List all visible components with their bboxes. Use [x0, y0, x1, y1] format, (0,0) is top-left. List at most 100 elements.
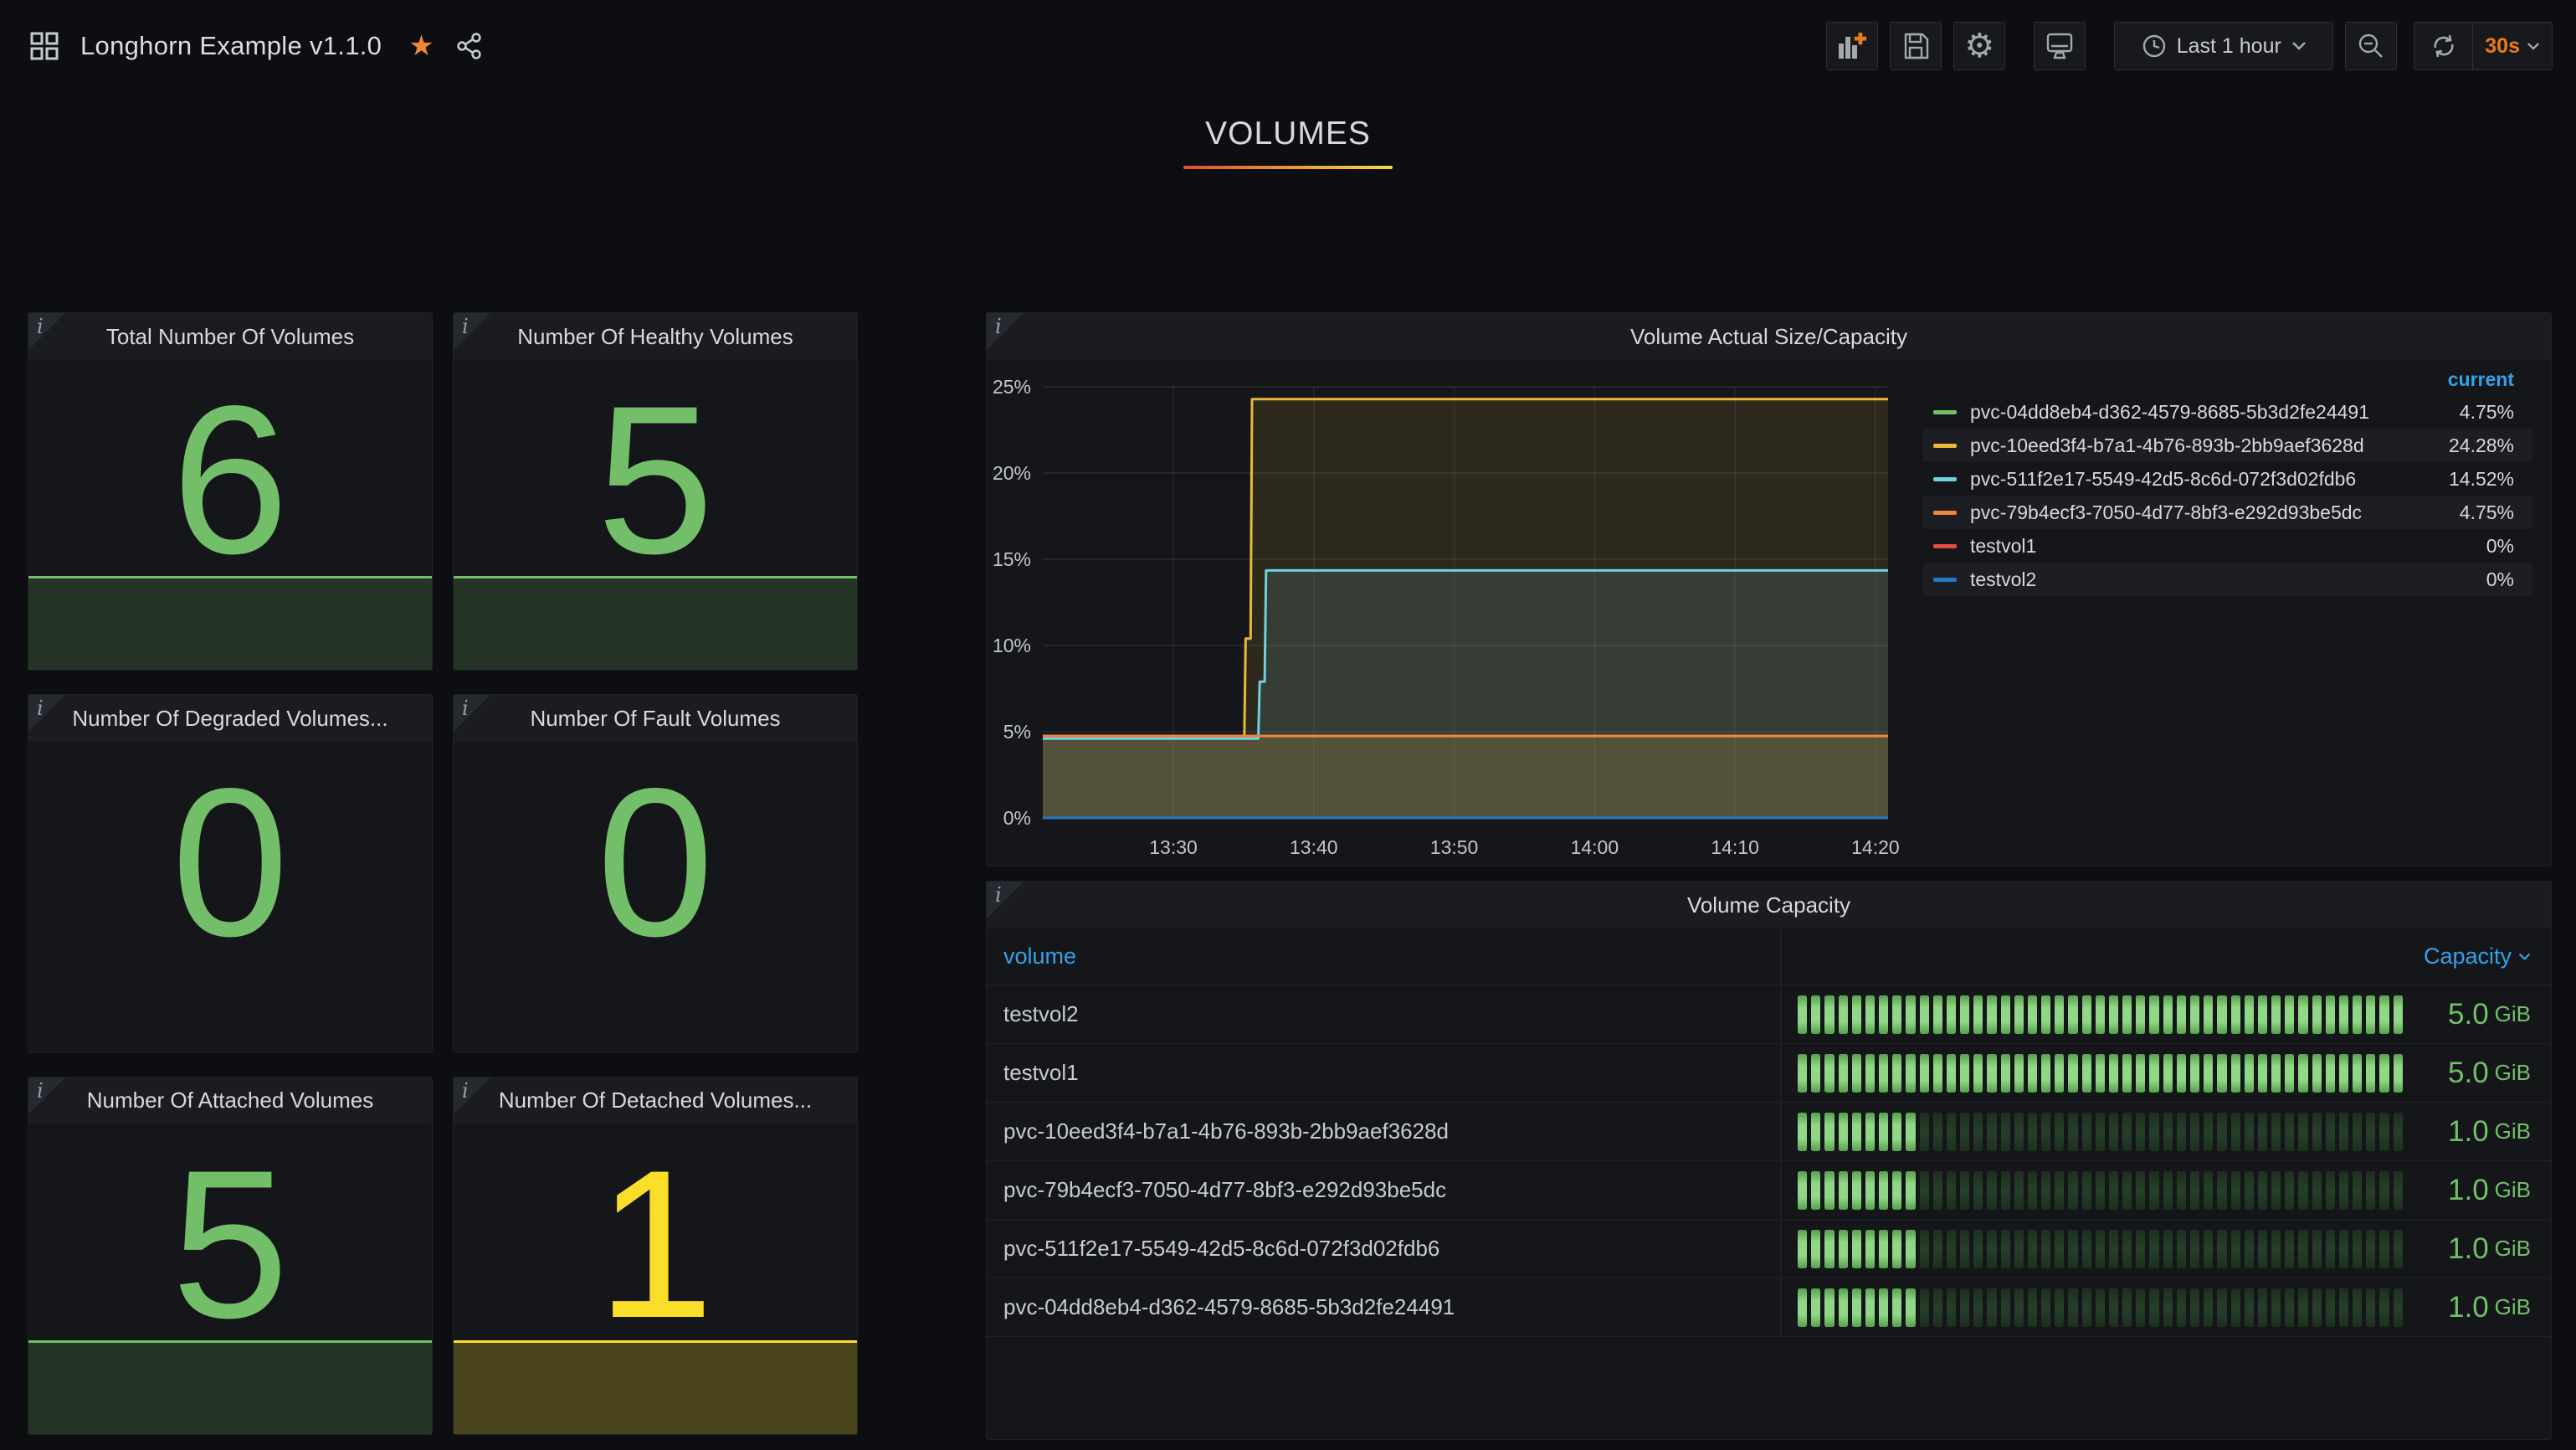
- info-icon[interactable]: i: [37, 697, 44, 720]
- gauge-segment-unlit: [2082, 1230, 2091, 1268]
- save-dashboard-button[interactable]: [1890, 22, 1942, 70]
- gauge-segment-unlit: [1947, 1171, 1956, 1210]
- gauge-segment-unlit: [2379, 1113, 2389, 1151]
- gauge-segment-lit: [2298, 995, 2307, 1034]
- gauge-segment-lit: [2028, 995, 2037, 1034]
- gauge-segment-unlit: [1933, 1288, 1942, 1327]
- gauge-segment-unlit: [2041, 1230, 2050, 1268]
- legend-series-name[interactable]: pvc-04dd8eb4-d362-4579-8685-5b3d2fe24491: [1970, 401, 2460, 424]
- dashboard-settings-button[interactable]: ⚙: [1953, 22, 2005, 70]
- table-row: pvc-79b4ecf3-7050-4d77-8bf3-e292d93be5dc…: [987, 1161, 2551, 1220]
- gauge-segment-lit: [2312, 995, 2322, 1034]
- gauge-segment-lit: [1839, 1054, 1848, 1093]
- chart-panel-header: Volume Actual Size/Capacity: [987, 313, 2551, 360]
- panel-info-corner: [987, 882, 1024, 918]
- column-header-capacity[interactable]: Capacity: [1780, 928, 2551, 985]
- refresh-button[interactable]: [2414, 23, 2473, 69]
- gauge-segment-lit: [1906, 1054, 1915, 1093]
- zoom-out-button[interactable]: [2345, 22, 2397, 70]
- gauge-segment-unlit: [1947, 1113, 1956, 1151]
- stat-sparkline: [454, 1340, 857, 1434]
- gauge-segment-unlit: [2245, 1171, 2254, 1210]
- legend-row: pvc-10eed3f4-b7a1-4b76-893b-2bb9aef3628d…: [1923, 429, 2532, 462]
- gauge-segment-unlit: [2014, 1288, 2024, 1327]
- share-icon[interactable]: [456, 33, 483, 59]
- info-icon[interactable]: i: [462, 697, 469, 720]
- stat-panel-header: Number Of Degraded Volumes...: [28, 695, 432, 742]
- gauge-segment-lit: [1906, 1230, 1915, 1268]
- gauge-segment-lit: [1824, 1171, 1834, 1210]
- legend-value-header[interactable]: current: [2448, 368, 2514, 391]
- row-title[interactable]: VOLUMES: [1205, 116, 1371, 152]
- gauge-segment-unlit: [2258, 1171, 2267, 1210]
- info-icon[interactable]: i: [462, 1079, 469, 1103]
- info-icon[interactable]: i: [995, 315, 1002, 338]
- dashboard-title[interactable]: Longhorn Example v1.1.0: [80, 31, 382, 61]
- capacity-number: 1.0: [2448, 1174, 2489, 1207]
- legend-series-dash-icon: [1933, 477, 1957, 481]
- legend-series-name[interactable]: testvol2: [1970, 568, 2486, 591]
- table-panel-header: Volume Capacity: [987, 882, 2551, 928]
- gauge-segment-unlit: [2285, 1288, 2294, 1327]
- gauge-segment-unlit: [2217, 1230, 2226, 1268]
- chart-legend: current pvc-04dd8eb4-d362-4579-8685-5b3d2…: [1923, 363, 2532, 596]
- gauge-segment-lit: [1987, 995, 1996, 1034]
- timeseries-chart[interactable]: 0%5%10%15%20%25%13:3013:4013:5014:0014:1…: [986, 362, 1917, 866]
- refresh-interval-dropdown[interactable]: 30s: [2473, 34, 2552, 59]
- add-panel-button[interactable]: [1826, 22, 1878, 70]
- time-range-picker[interactable]: Last 1 hour: [2114, 22, 2333, 70]
- legend-series-name[interactable]: pvc-10eed3f4-b7a1-4b76-893b-2bb9aef3628d: [1970, 434, 2449, 457]
- gauge-segment-lit: [1811, 1171, 1820, 1210]
- legend-series-name[interactable]: pvc-79b4ecf3-7050-4d77-8bf3-e292d93be5dc: [1970, 501, 2460, 524]
- gauge-segment-unlit: [2122, 1171, 2132, 1210]
- gauge-segment-unlit: [2379, 1288, 2389, 1327]
- gauge-segment-unlit: [2068, 1171, 2077, 1210]
- column-header-volume[interactable]: volume: [987, 928, 1780, 985]
- gauge-segment-unlit: [2109, 1288, 2118, 1327]
- gauge-segment-lit: [1798, 1230, 1807, 1268]
- favorite-star-icon[interactable]: ★: [408, 32, 434, 60]
- legend-series-current: 0%: [2486, 568, 2514, 591]
- stat-value: 0: [454, 742, 857, 959]
- gauge-segment-unlit: [2298, 1113, 2307, 1151]
- table-panel-title[interactable]: Volume Capacity: [1687, 892, 1850, 918]
- capacity-cell: 1.0GiB: [1780, 1220, 2551, 1278]
- gauge-segment-unlit: [1973, 1230, 1983, 1268]
- panel-info-corner: [454, 1077, 490, 1114]
- gauge-segment-unlit: [2096, 1288, 2105, 1327]
- gauge-segment-lit: [1824, 1054, 1834, 1093]
- gauge-segment-lit: [1811, 1230, 1820, 1268]
- info-icon[interactable]: i: [37, 1079, 44, 1103]
- gauge-segment-lit: [2258, 1054, 2267, 1093]
- svg-text:13:50: 13:50: [1430, 836, 1479, 858]
- gauge-segment-unlit: [2285, 1171, 2294, 1210]
- svg-text:15%: 15%: [993, 548, 1031, 570]
- stat-panel-title[interactable]: Number Of Degraded Volumes...: [72, 706, 387, 732]
- stat-panel-title[interactable]: Number Of Detached Volumes...: [499, 1088, 812, 1113]
- info-icon[interactable]: i: [37, 315, 44, 338]
- legend-series-current: 0%: [2486, 535, 2514, 558]
- gauge-segment-unlit: [2204, 1113, 2213, 1151]
- gauge-segment-lit: [2068, 1054, 2077, 1093]
- gauge-segment-lit: [2379, 1054, 2389, 1093]
- legend-series-name[interactable]: testvol1: [1970, 535, 2486, 558]
- stat-panel-title[interactable]: Number Of Attached Volumes: [87, 1088, 374, 1113]
- gauge-segment-unlit: [2204, 1288, 2213, 1327]
- gauge-segment-unlit: [2258, 1288, 2267, 1327]
- chart-panel-title[interactable]: Volume Actual Size/Capacity: [1630, 324, 1907, 350]
- gauge-segment-unlit: [2041, 1113, 2050, 1151]
- gauge-segment-lit: [1960, 995, 1969, 1034]
- chevron-down-icon: [2291, 41, 2307, 51]
- stat-panel-title[interactable]: Total Number Of Volumes: [106, 324, 354, 350]
- gauge-segment-lit: [2041, 1054, 2050, 1093]
- dashboard-grid-icon[interactable]: [30, 32, 59, 60]
- stat-panel-title[interactable]: Number Of Healthy Volumes: [517, 324, 793, 350]
- info-icon[interactable]: i: [462, 315, 469, 338]
- capacity-lcd-gauge: [1798, 995, 2407, 1034]
- stat-panel-title[interactable]: Number Of Fault Volumes: [530, 706, 780, 732]
- legend-series-name[interactable]: pvc-511f2e17-5549-42d5-8c6d-072f3d02fdb6: [1970, 468, 2449, 491]
- cycle-view-mode-button[interactable]: [2034, 22, 2086, 70]
- info-icon[interactable]: i: [995, 883, 1002, 907]
- gauge-segment-unlit: [2245, 1288, 2254, 1327]
- stat-panel-header: Number Of Healthy Volumes: [454, 313, 857, 360]
